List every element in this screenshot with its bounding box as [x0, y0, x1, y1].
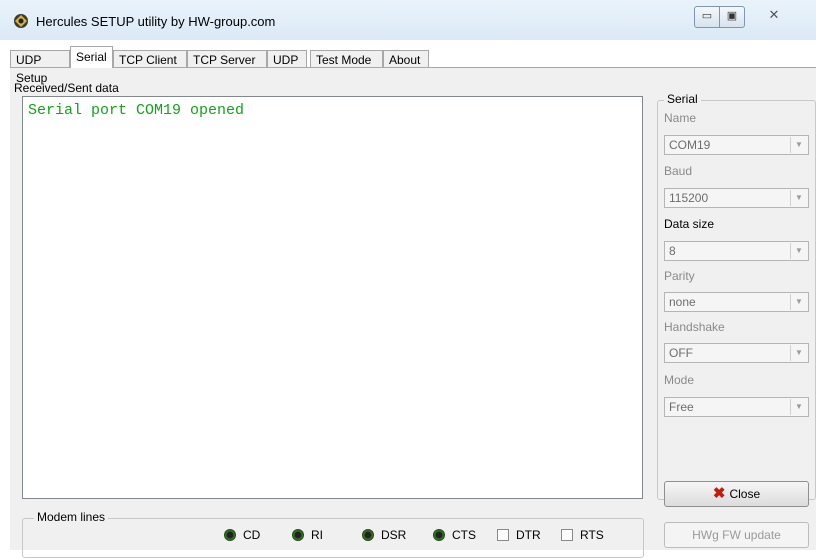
tab-divider [10, 67, 816, 68]
dsr-led-icon [362, 529, 374, 541]
cd-led-icon [224, 529, 236, 541]
fw-update-button[interactable]: HWg FW update [664, 522, 809, 548]
close-window-button[interactable]: ✕ [754, 6, 794, 26]
cts-label: CTS [452, 528, 476, 542]
baud-value: 115200 [669, 191, 709, 205]
tab-bar: UDP Setup Serial TCP Client TCP Server U… [10, 46, 816, 85]
mode-select[interactable]: Free ▼ [664, 397, 809, 417]
parity-select[interactable]: none ▼ [664, 292, 809, 312]
tab-tcp-server[interactable]: TCP Server [187, 50, 267, 68]
received-data-label: Received/Sent data [14, 81, 119, 95]
app-icon [14, 14, 28, 28]
serial-legend: Serial [664, 92, 701, 106]
baud-label: Baud [664, 164, 693, 178]
mode-label: Mode [664, 373, 695, 387]
modem-lines-legend: Modem lines [34, 510, 109, 524]
tab-udp-setup[interactable]: UDP Setup [10, 50, 70, 85]
title-bar[interactable]: Hercules SETUP utility by HW-group.com ▭… [0, 0, 816, 40]
rts-label: RTS [580, 528, 604, 542]
tab-serial[interactable]: Serial [70, 46, 113, 68]
maximize-button[interactable]: ▣ [719, 6, 745, 28]
chevron-down-icon: ▼ [790, 399, 807, 415]
tab-tcp-client[interactable]: TCP Client [113, 50, 187, 68]
chevron-down-icon: ▼ [790, 345, 807, 361]
handshake-value: OFF [669, 346, 693, 360]
data-size-select[interactable]: 8 ▼ [664, 241, 809, 261]
handshake-select[interactable]: OFF ▼ [664, 343, 809, 363]
tab-udp[interactable]: UDP [267, 50, 307, 68]
window-title: Hercules SETUP utility by HW-group.com [36, 14, 276, 29]
chevron-down-icon: ▼ [790, 137, 807, 153]
close-icon: ✖ [712, 485, 726, 502]
data-size-label: Data size [664, 217, 715, 231]
modem-lines-group [22, 518, 644, 558]
dsr-label: DSR [381, 528, 407, 542]
name-label: Name [664, 111, 697, 125]
tab-about[interactable]: About [383, 50, 429, 68]
chevron-down-icon: ▼ [790, 190, 807, 206]
baud-select[interactable]: 115200 ▼ [664, 188, 809, 208]
ri-led-icon [292, 529, 304, 541]
rts-checkbox[interactable] [561, 529, 573, 541]
close-port-label: Close [729, 487, 761, 501]
received-data-line: Serial port COM19 opened [28, 102, 245, 119]
hercules-window: Hercules SETUP utility by HW-group.com ▭… [0, 0, 816, 558]
minimize-button[interactable]: ▭ [694, 6, 720, 28]
parity-label: Parity [664, 269, 695, 283]
ri-label: RI [311, 528, 323, 542]
parity-value: none [669, 295, 696, 309]
cd-label: CD [243, 528, 261, 542]
data-size-value: 8 [669, 244, 676, 258]
name-select[interactable]: COM19 ▼ [664, 135, 809, 155]
close-port-button[interactable]: ✖ Close [664, 481, 809, 507]
chevron-down-icon: ▼ [790, 243, 807, 259]
chevron-down-icon: ▼ [790, 294, 807, 310]
mode-value: Free [669, 400, 694, 414]
dtr-checkbox[interactable] [497, 529, 509, 541]
handshake-label: Handshake [664, 320, 725, 334]
tab-test-mode[interactable]: Test Mode [310, 50, 383, 68]
name-value: COM19 [669, 138, 711, 152]
received-data-textarea[interactable]: Serial port COM19 opened [22, 96, 643, 499]
fw-update-label: HWg FW update [692, 528, 781, 542]
cts-led-icon [433, 529, 445, 541]
dtr-label: DTR [516, 528, 541, 542]
